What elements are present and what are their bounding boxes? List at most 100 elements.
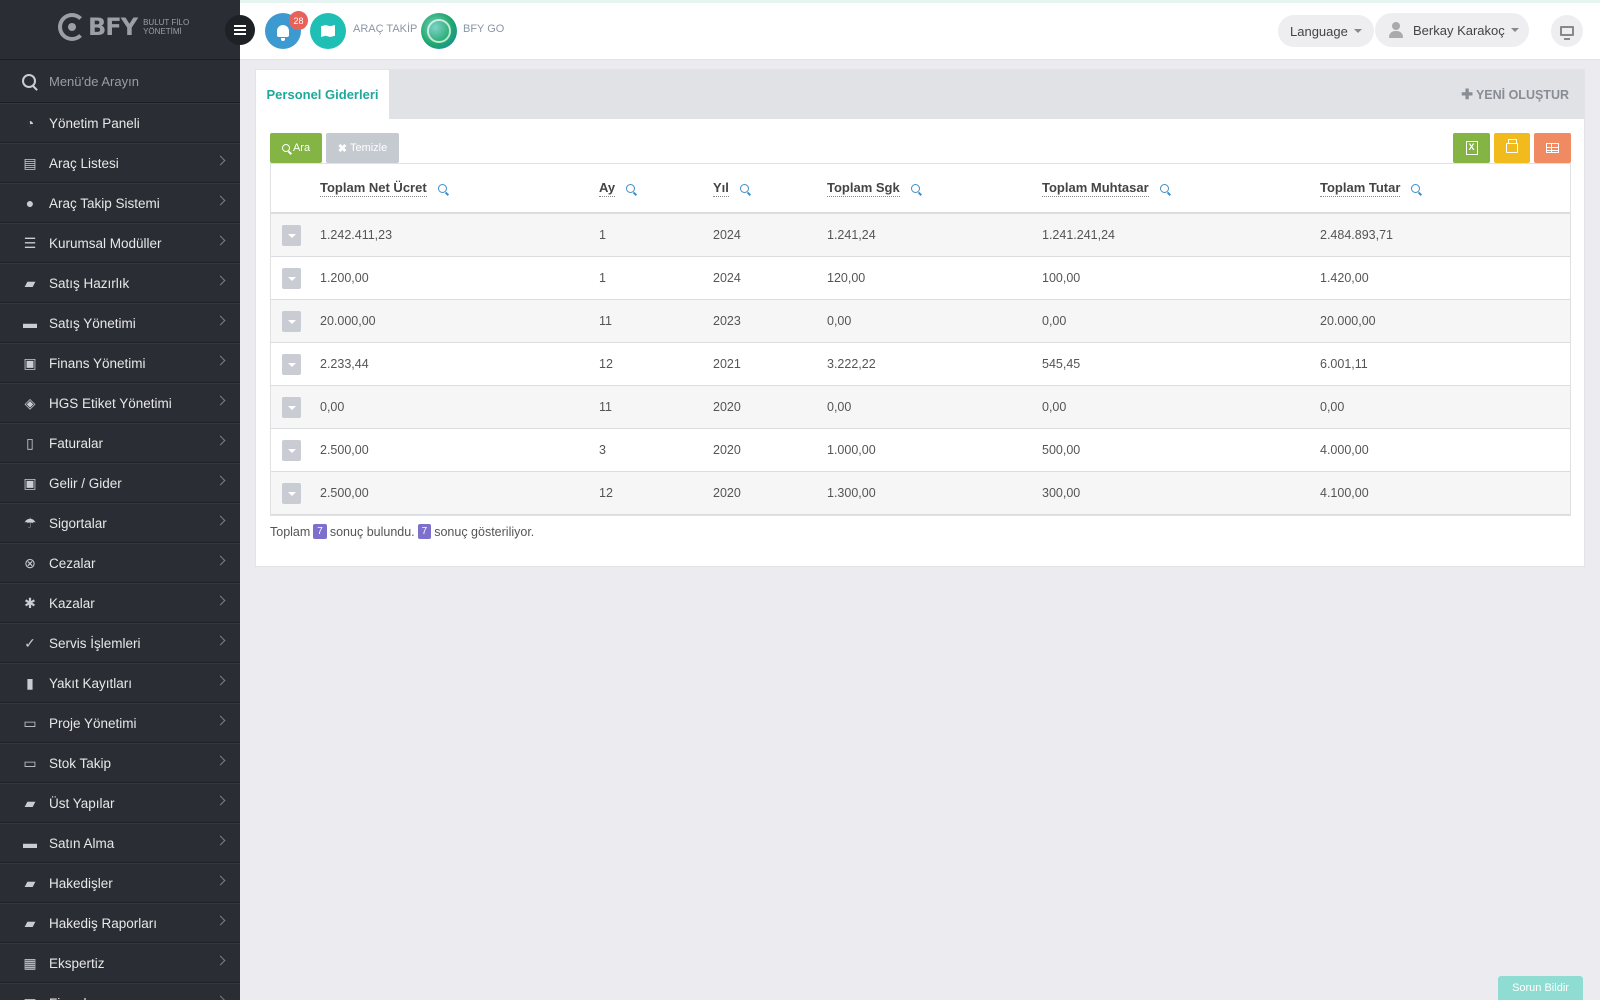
table-cell: 4.000,00: [1320, 443, 1369, 457]
column-search-icon[interactable]: [1411, 183, 1421, 193]
table-row[interactable]: 0,00 11 2020 0,00 0,00 0,00: [271, 386, 1570, 429]
bfy-logo[interactable]: BFY BULUT FİLO YÖNETİMİ: [58, 13, 189, 41]
chevron-right-icon: [215, 875, 226, 886]
table-cell: 12: [599, 357, 613, 371]
arac-takip-link[interactable]: ARAÇ TAKİP: [353, 23, 417, 35]
sidebar-item-3[interactable]: ☰ Kurumsal Modüller: [0, 223, 240, 263]
sidebar-item-13[interactable]: ✓ Servis İşlemleri: [0, 623, 240, 663]
table-row[interactable]: 1.242.411,23 1 2024 1.241,24 1.241.241,24 2.4…: [271, 214, 1570, 257]
row-expand-button[interactable]: [282, 483, 301, 504]
table-cell: 11: [599, 400, 612, 414]
arac-takip-button[interactable]: [310, 13, 346, 49]
sidebar-item-6[interactable]: ▣ Finans Yönetimi: [0, 343, 240, 383]
summary-prefix: Toplam: [270, 524, 311, 539]
column-search-icon[interactable]: [437, 183, 447, 193]
table-cell: 0,00: [1320, 400, 1345, 414]
chevron-right-icon: [215, 475, 226, 486]
sidebar-item-10[interactable]: ☂ Sigortalar: [0, 503, 240, 543]
sidebar-item-19[interactable]: ▰ Hakedişler: [0, 863, 240, 903]
create-new-button[interactable]: ✚ YENİ OLUŞTUR: [1461, 86, 1569, 103]
table-row[interactable]: 2.233,44 12 2021 3.222,22 545,45 6.001,11: [271, 343, 1570, 386]
sidebar-item-17[interactable]: ▰ Üst Yapılar: [0, 783, 240, 823]
search-icon: [22, 74, 36, 88]
sidebar-item-4[interactable]: ▰ Satış Hazırlık: [0, 263, 240, 303]
sidebar-item-15[interactable]: ▭ Proje Yönetimi: [0, 703, 240, 743]
column-header[interactable]: Toplam Tutar: [1320, 164, 1421, 212]
column-search-icon[interactable]: [910, 183, 920, 193]
table-cell: 11: [599, 314, 612, 328]
column-header[interactable]: Ay: [599, 164, 636, 212]
brand-subtitle-line2: YÖNETİMİ: [143, 27, 182, 36]
column-header[interactable]: Toplam Net Ücret: [320, 164, 447, 212]
column-search-icon[interactable]: [739, 183, 749, 193]
sidebar-item-9[interactable]: ▣ Gelir / Gider: [0, 463, 240, 503]
table-row[interactable]: 20.000,00 11 2023 0,00 0,00 20.000,00: [271, 300, 1570, 343]
report-issue-button[interactable]: Sorun Bildir: [1498, 976, 1583, 1000]
row-expand-button[interactable]: [282, 225, 301, 246]
caret-down-icon: [287, 491, 296, 496]
column-search-icon[interactable]: [1159, 183, 1169, 193]
table-cell: 100,00: [1042, 271, 1081, 285]
print-button[interactable]: [1494, 133, 1530, 163]
sidebar-item-2[interactable]: ● Araç Takip Sistemi: [0, 183, 240, 223]
clear-button[interactable]: ✖ Temizle: [326, 133, 399, 163]
row-expand-button[interactable]: [282, 440, 301, 461]
fuel-icon: ▮: [26, 674, 34, 691]
table-row[interactable]: 2.500,00 12 2020 1.300,00 300,00 4.100,00: [271, 472, 1570, 515]
sidebar-item-14[interactable]: ▮ Yakıt Kayıtları: [0, 663, 240, 703]
search-icon: [281, 144, 290, 152]
table-cell: 20.000,00: [320, 314, 376, 328]
chevron-right-icon: [215, 995, 226, 1000]
sidebar-item-20[interactable]: ▰ Hakediş Raporları: [0, 903, 240, 943]
menu-toggle-button[interactable]: [225, 15, 255, 45]
chevron-right-icon: [215, 835, 226, 846]
row-expand-button[interactable]: [282, 311, 301, 332]
sidebar-item-21[interactable]: ▦ Ekspertiz: [0, 943, 240, 983]
export-excel-button[interactable]: X: [1453, 133, 1490, 163]
sidebar-item-16[interactable]: ▭ Stok Takip: [0, 743, 240, 783]
sidebar-item-11[interactable]: ⊗ Cezalar: [0, 543, 240, 583]
language-dropdown[interactable]: Language: [1278, 15, 1374, 47]
sidebar-item-label: Araç Takip Sistemi: [49, 195, 160, 211]
table-cell: 1.300,00: [827, 486, 876, 500]
sidebar-item-22[interactable]: ▦ Firmalar: [0, 983, 240, 1000]
sidebar-item-12[interactable]: ✱ Kazalar: [0, 583, 240, 623]
table-cell: 12: [599, 486, 613, 500]
table-row[interactable]: 2.500,00 3 2020 1.000,00 500,00 4.000,00: [271, 429, 1570, 472]
sidebar-item-label: Cezalar: [49, 555, 96, 571]
sidebar-item-7[interactable]: ◈ HGS Etiket Yönetimi: [0, 383, 240, 423]
table-row[interactable]: 1.200,00 1 2024 120,00 100,00 1.420,00: [271, 257, 1570, 300]
bfy-go-logo-icon[interactable]: [421, 13, 457, 49]
tab-personel-giderleri[interactable]: Personel Giderleri: [256, 70, 389, 119]
hamburger-icon: [234, 29, 246, 31]
table-cell: 0,00: [827, 314, 852, 328]
sidebar-item-5[interactable]: ▬ Satış Yönetimi: [0, 303, 240, 343]
column-settings-button[interactable]: [1534, 133, 1571, 163]
sidebar-item-1[interactable]: ▤ Araç Listesi: [0, 143, 240, 183]
table-cell: 1.241,24: [827, 228, 876, 242]
column-search-icon[interactable]: [626, 183, 636, 193]
column-header-label: Toplam Sgk: [827, 179, 900, 197]
fullscreen-button[interactable]: [1551, 15, 1583, 47]
sidebar-item-8[interactable]: ▯ Faturalar: [0, 423, 240, 463]
column-header[interactable]: Toplam Muhtasar: [1042, 164, 1169, 212]
menu-search-input[interactable]: [49, 73, 229, 89]
user-menu-dropdown[interactable]: Berkay Karakoç: [1375, 13, 1529, 47]
sidebar-item-18[interactable]: ▬ Satın Alma: [0, 823, 240, 863]
search-button[interactable]: Ara: [270, 133, 322, 163]
column-header[interactable]: Toplam Sgk: [827, 164, 920, 212]
row-expand-button[interactable]: [282, 268, 301, 289]
chevron-right-icon: [215, 715, 226, 726]
bfy-go-link[interactable]: BFY GO: [463, 23, 504, 35]
sidebar-item-label: Sigortalar: [49, 515, 107, 531]
column-header[interactable]: Yıl: [713, 164, 749, 212]
building-icon: ▦: [21, 994, 39, 1000]
row-expand-button[interactable]: [282, 354, 301, 375]
caret-down-icon: [1353, 29, 1362, 33]
chevron-right-icon: [215, 955, 226, 966]
table-cell: 1.000,00: [827, 443, 876, 457]
sidebar-item-0[interactable]: ◔ Yönetim Paneli: [0, 103, 240, 143]
sidebar-item-label: Kazalar: [49, 595, 95, 611]
row-expand-button[interactable]: [282, 397, 301, 418]
close-icon: ✖: [337, 142, 347, 155]
